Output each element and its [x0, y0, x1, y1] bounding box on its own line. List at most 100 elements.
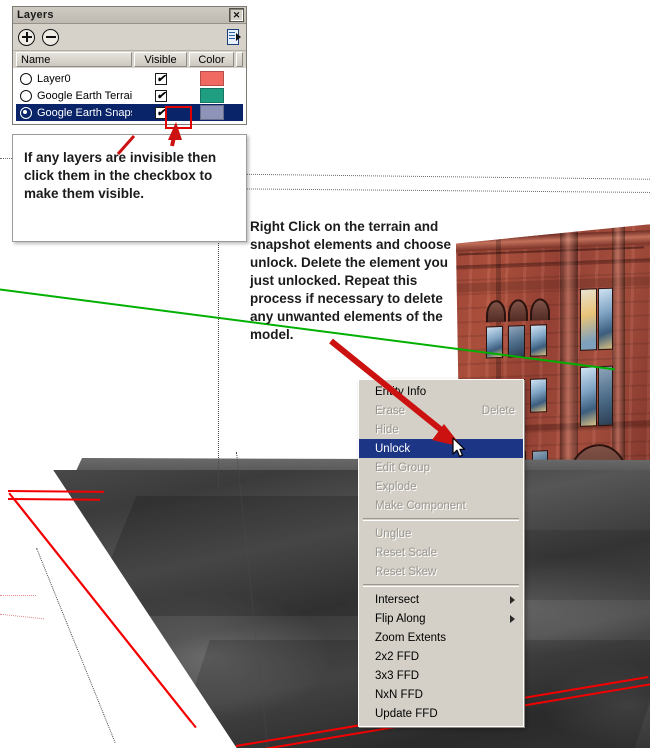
- selection-edge: [7, 498, 101, 502]
- menu-item-intersect[interactable]: Intersect: [359, 590, 523, 609]
- visible-checkbox[interactable]: ✔: [154, 72, 167, 85]
- menu-item-2x2-ffd[interactable]: 2x2 FFD: [359, 647, 523, 666]
- window: [580, 366, 597, 427]
- menu-item-zoom-extents[interactable]: Zoom Extents: [359, 628, 523, 647]
- menu-item-edit-group[interactable]: Edit Group: [359, 458, 523, 477]
- window: [598, 288, 613, 351]
- layer-row[interactable]: Google Earth Snapshot ✔: [16, 104, 243, 121]
- menu-item-flip-along[interactable]: Flip Along: [359, 609, 523, 628]
- menu-item-label: Explode: [375, 480, 417, 493]
- layer-visible-cell[interactable]: ✔: [134, 72, 187, 85]
- layer-name: Layer0: [37, 72, 71, 85]
- menu-item-unglue[interactable]: Unglue: [359, 524, 523, 543]
- layer-name-cell[interactable]: Google Earth Snapshot: [16, 106, 132, 119]
- color-swatch[interactable]: [199, 88, 224, 103]
- layer-name: Google Earth Terrain: [37, 89, 132, 102]
- context-menu[interactable]: Entity Info Erase Delete Hide Unlock Edit…: [358, 379, 524, 727]
- menu-item-reset-skew[interactable]: Reset Skew: [359, 562, 523, 581]
- active-layer-radio[interactable]: [20, 72, 32, 85]
- guide-line-red: [0, 595, 36, 596]
- menu-item-label: Intersect: [375, 593, 420, 606]
- menu-item-label: Update FFD: [375, 707, 438, 720]
- submenu-arrow-icon: [510, 614, 515, 623]
- layer-name-cell[interactable]: Google Earth Terrain: [16, 89, 132, 102]
- checkmark-icon: ✔: [156, 72, 166, 85]
- menu-item-accelerator: Delete: [481, 404, 515, 417]
- column-header-spacer: [236, 52, 243, 67]
- layer-row[interactable]: Layer0 ✔: [16, 70, 243, 87]
- layer-color-cell[interactable]: [189, 71, 234, 86]
- column-header-name[interactable]: Name: [16, 52, 132, 67]
- menu-item-reset-scale[interactable]: Reset Scale: [359, 543, 523, 562]
- menu-item-label: 2x2 FFD: [375, 650, 420, 663]
- arched-window: [508, 299, 528, 322]
- checkmark-icon: ✔: [156, 89, 166, 102]
- window: [598, 366, 613, 427]
- menu-separator: [363, 584, 519, 587]
- menu-item-label: Erase: [375, 404, 406, 417]
- guide-line-horizontal: [196, 173, 650, 180]
- window: [530, 324, 547, 357]
- checkbox-highlight-box: [165, 106, 192, 129]
- menu-item-label: Reset Skew: [375, 565, 437, 578]
- selection-edge: [7, 490, 105, 494]
- dialog-title-bar[interactable]: Layers ✕: [13, 7, 246, 24]
- details-flyout-icon[interactable]: [227, 29, 241, 45]
- arched-window: [486, 300, 506, 323]
- visible-checkbox[interactable]: ✔: [154, 89, 167, 102]
- guide-line-vertical: [218, 240, 219, 490]
- minus-circle-icon[interactable]: [42, 28, 59, 46]
- menu-item-label: Zoom Extents: [375, 631, 446, 644]
- layers-callout-text: If any layers are invisible then click t…: [24, 150, 217, 201]
- color-swatch[interactable]: [199, 71, 224, 86]
- menu-item-entity-info[interactable]: Entity Info: [359, 382, 523, 401]
- menu-item-label: Entity Info: [375, 385, 427, 398]
- menu-item-label: Unlock: [375, 442, 411, 455]
- close-icon[interactable]: ✕: [229, 8, 244, 22]
- window: [508, 325, 525, 358]
- menu-item-label: Make Component: [375, 499, 466, 512]
- layers-toolbar[interactable]: [13, 24, 246, 51]
- dialog-title: Layers: [17, 9, 54, 21]
- mouse-cursor-icon: [452, 437, 466, 457]
- layer-color-cell[interactable]: [189, 88, 234, 103]
- menu-item-erase[interactable]: Erase Delete: [359, 401, 523, 420]
- menu-item-label: NxN FFD: [375, 688, 423, 701]
- guide-line-horizontal: [200, 188, 650, 193]
- menu-separator: [363, 518, 519, 521]
- menu-item-update-ffd[interactable]: Update FFD: [359, 704, 523, 723]
- menu-item-label: Flip Along: [375, 612, 426, 625]
- window: [530, 378, 547, 413]
- layers-dialog[interactable]: Layers ✕ Name Visible Color Layer0 ✔ Goo…: [12, 6, 247, 125]
- menu-item-nxn-ffd[interactable]: NxN FFD: [359, 685, 523, 704]
- plus-circle-icon[interactable]: [18, 28, 35, 46]
- menu-item-explode[interactable]: Explode: [359, 477, 523, 496]
- menu-item-3x3-ffd[interactable]: 3x3 FFD: [359, 666, 523, 685]
- menu-item-label: Edit Group: [375, 461, 430, 474]
- layer-row[interactable]: Google Earth Terrain ✔: [16, 87, 243, 104]
- column-header-visible[interactable]: Visible: [134, 52, 187, 67]
- layers-list[interactable]: Layer0 ✔ Google Earth Terrain ✔ Google E…: [13, 68, 246, 124]
- submenu-arrow-icon: [510, 595, 515, 604]
- arched-window: [530, 298, 550, 321]
- menu-item-label: Unglue: [375, 527, 412, 540]
- layer-visible-cell[interactable]: ✔: [134, 89, 187, 102]
- menu-item-make-component[interactable]: Make Component: [359, 496, 523, 515]
- color-swatch[interactable]: [199, 105, 224, 120]
- menu-item-label: 3x3 FFD: [375, 669, 420, 682]
- window: [580, 288, 597, 351]
- layers-column-headers: Name Visible Color: [13, 51, 246, 68]
- layer-color-cell[interactable]: [189, 105, 234, 120]
- guide-line-red: [0, 613, 44, 620]
- menu-item-label: Hide: [375, 423, 399, 436]
- menu-item-hide[interactable]: Hide: [359, 420, 523, 439]
- unlock-instruction-text: Right Click on the terrain and snapshot …: [250, 219, 452, 343]
- active-layer-radio[interactable]: [20, 89, 32, 102]
- active-layer-radio[interactable]: [20, 106, 32, 119]
- layers-callout-box: If any layers are invisible then click t…: [12, 134, 247, 242]
- menu-item-unlock[interactable]: Unlock: [359, 439, 523, 458]
- column-header-color[interactable]: Color: [189, 52, 234, 67]
- layer-name-cell[interactable]: Layer0: [16, 72, 132, 85]
- layer-name: Google Earth Snapshot: [37, 106, 132, 119]
- terrain-plane: [53, 470, 650, 748]
